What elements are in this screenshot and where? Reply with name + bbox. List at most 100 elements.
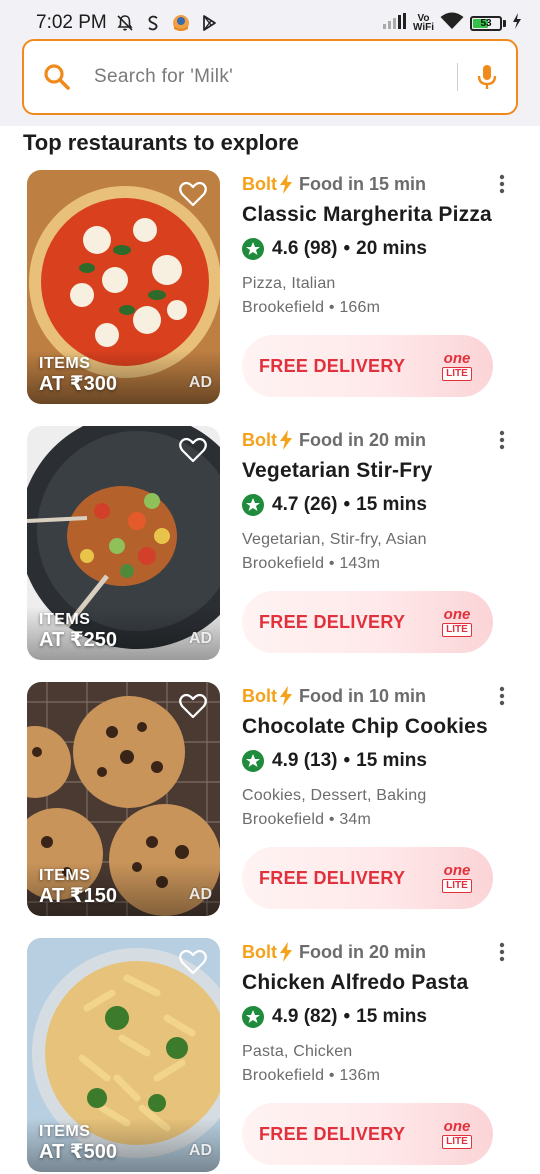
restaurant-info: Bolt Food in 20 min Chicken Alfredo Past…: [242, 938, 522, 1086]
search-bar[interactable]: Search for 'Milk': [22, 39, 518, 115]
one-label: one: [443, 350, 471, 367]
ad-badge: AD: [188, 886, 212, 903]
separator-dot: •: [343, 494, 351, 515]
price-label: ITEMS AT ₹300: [39, 354, 117, 394]
delivery-time: 15 mins: [356, 494, 427, 515]
rating-value: 4.6 (98): [272, 238, 338, 259]
mute-bell-icon: [115, 13, 135, 33]
delivery-eta: Food in 20 min: [299, 941, 427, 962]
more-options-icon[interactable]: [498, 174, 506, 194]
rating-value: 4.9 (82): [272, 1006, 338, 1027]
lite-label: LITE: [442, 1135, 472, 1149]
rating-row: 4.6 (98) • 20 mins: [242, 234, 522, 264]
restaurant-info: Bolt Food in 20 min Vegetarian Stir-Fry …: [242, 426, 522, 574]
play-store-icon: [199, 13, 219, 33]
separator-dot: •: [343, 238, 351, 259]
restaurant-image[interactable]: ITEMS AT ₹500 AD: [27, 938, 220, 1172]
star-icon: [242, 750, 264, 772]
items-label: ITEMS: [39, 1123, 91, 1140]
restaurant-info: Bolt Food in 10 min Chocolate Chip Cooki…: [242, 682, 522, 830]
free-delivery-banner[interactable]: FREE DELIVERY one LITE: [242, 591, 493, 653]
location-text: Brookefield • 34m: [242, 811, 372, 828]
status-time: 7:02 PM: [36, 12, 107, 33]
location-text: Brookefield • 166m: [242, 299, 381, 316]
cuisine-text: Vegetarian, Stir-fry, Asian: [242, 531, 427, 548]
star-icon: [242, 1006, 264, 1028]
lite-label: LITE: [442, 879, 472, 893]
ad-badge: AD: [188, 1142, 212, 1159]
search-divider: [456, 63, 458, 91]
items-label: ITEMS: [39, 355, 91, 372]
free-delivery-label: FREE DELIVERY: [259, 1123, 406, 1144]
lightning-icon: [279, 174, 293, 194]
battery-level: 53: [480, 17, 492, 29]
restaurant-card[interactable]: ITEMS AT ₹150 AD Bolt Food in 10 min Cho…: [0, 682, 540, 918]
bolt-brand: Bolt: [242, 429, 277, 450]
free-delivery-label: FREE DELIVERY: [259, 611, 406, 632]
free-delivery-banner[interactable]: FREE DELIVERY one LITE: [242, 1103, 493, 1165]
bolt-brand: Bolt: [242, 173, 277, 194]
separator-dot: •: [343, 750, 351, 771]
items-label: ITEMS: [39, 867, 91, 884]
mic-icon[interactable]: [472, 62, 502, 92]
restaurant-name[interactable]: Vegetarian Stir-Fry: [242, 456, 522, 486]
wifi-icon: [440, 12, 464, 35]
restaurant-name[interactable]: Chocolate Chip Cookies: [242, 712, 522, 742]
more-options-icon[interactable]: [498, 942, 506, 962]
delivery-time: 20 mins: [356, 238, 427, 259]
lite-label: LITE: [442, 623, 472, 637]
restaurant-image[interactable]: ITEMS AT ₹250 AD: [27, 426, 220, 660]
restaurant-image[interactable]: ITEMS AT ₹300 AD: [27, 170, 220, 404]
heart-icon[interactable]: [179, 693, 207, 719]
brand-row: Bolt Food in 10 min: [242, 682, 522, 710]
restaurant-card[interactable]: ITEMS AT ₹500 AD Bolt Food in 20 min Chi…: [0, 938, 540, 1174]
rating-value: 4.9 (13): [272, 750, 338, 771]
one-lite-badge: one LITE: [437, 1119, 477, 1149]
more-options-icon[interactable]: [498, 686, 506, 706]
ad-badge: AD: [188, 630, 212, 647]
header-area: 7:02 PM Vo WiFi 53 Search for 'Milk': [0, 0, 540, 126]
charging-icon: [512, 12, 522, 34]
restaurant-card[interactable]: ITEMS AT ₹250 AD Bolt Food in 20 min Veg…: [0, 426, 540, 662]
price-label: ITEMS AT ₹500: [39, 1122, 117, 1162]
delivery-time: 15 mins: [356, 1006, 427, 1027]
heart-icon[interactable]: [179, 437, 207, 463]
more-options-icon[interactable]: [498, 430, 506, 450]
lite-label: LITE: [442, 367, 472, 381]
delivery-eta: Food in 20 min: [299, 429, 427, 450]
price-value: AT ₹150: [39, 885, 118, 907]
rating-value: 4.7 (26): [272, 494, 338, 515]
heart-icon[interactable]: [179, 181, 207, 207]
rating-row: 4.9 (82) • 15 mins: [242, 1002, 522, 1032]
battery-icon: 53: [470, 15, 506, 31]
search-input[interactable]: Search for 'Milk': [94, 66, 457, 88]
free-delivery-banner[interactable]: FREE DELIVERY one LITE: [242, 335, 493, 397]
vowifi-indicator: Vo WiFi: [413, 14, 434, 33]
cuisine-text: Pasta, Chicken: [242, 1043, 353, 1060]
free-delivery-banner[interactable]: FREE DELIVERY one LITE: [242, 847, 493, 909]
restaurant-name[interactable]: Classic Margherita Pizza: [242, 200, 522, 230]
one-lite-badge: one LITE: [437, 863, 477, 893]
battery-body: 53: [470, 15, 502, 31]
price-value: AT ₹500: [39, 1141, 118, 1163]
restaurant-card[interactable]: ITEMS AT ₹300 AD Bolt Food in 15 min Cla…: [0, 170, 540, 406]
price-value: AT ₹300: [39, 373, 118, 395]
lightning-icon: [279, 686, 293, 706]
one-lite-badge: one LITE: [437, 351, 477, 381]
price-label: ITEMS AT ₹150: [39, 866, 117, 906]
cuisine-text: Cookies, Dessert, Baking: [242, 787, 427, 804]
one-label: one: [443, 606, 471, 623]
search-icon[interactable]: [42, 62, 72, 92]
price-value: AT ₹250: [39, 629, 118, 651]
restaurant-image[interactable]: ITEMS AT ₹150 AD: [27, 682, 220, 916]
delivery-time: 15 mins: [356, 750, 427, 771]
brand-row: Bolt Food in 15 min: [242, 170, 522, 198]
cuisine-text: Pizza, Italian: [242, 275, 336, 292]
restaurant-info: Bolt Food in 15 min Classic Margherita P…: [242, 170, 522, 318]
status-right: Vo WiFi 53: [382, 12, 522, 35]
brand-row: Bolt Food in 20 min: [242, 426, 522, 454]
one-label: one: [443, 862, 471, 879]
heart-icon[interactable]: [179, 949, 207, 975]
signal-icon: [382, 12, 407, 34]
restaurant-name[interactable]: Chicken Alfredo Pasta: [242, 968, 522, 998]
